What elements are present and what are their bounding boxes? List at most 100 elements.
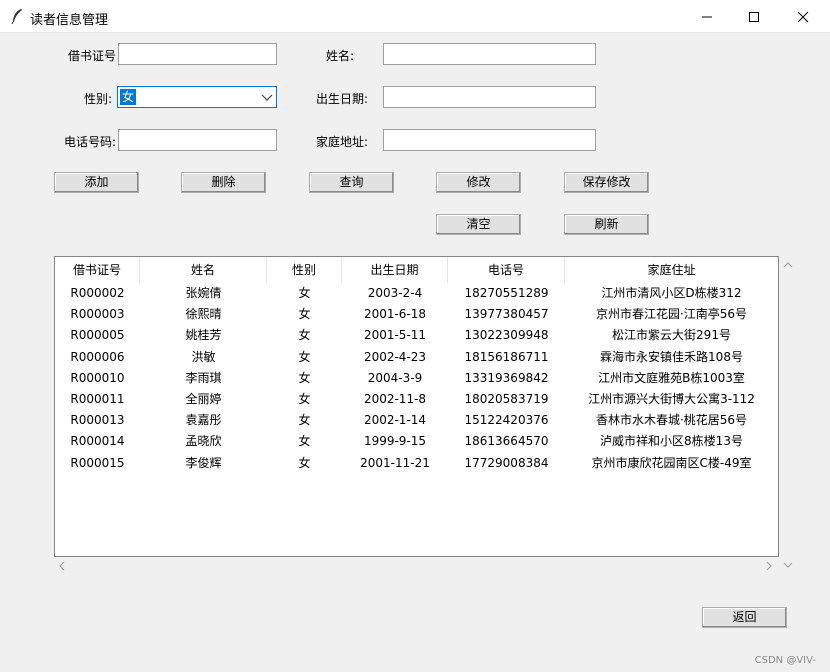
delete-button[interactable]: 删除 (181, 172, 266, 193)
cell-birth-date: 2002-4-23 (363, 349, 427, 364)
horizontal-scrollbar[interactable] (54, 558, 779, 574)
cell-birth-date: 2001-11-21 (360, 455, 430, 470)
cell-phone: 13022309948 (464, 328, 549, 343)
card-number-label: 借书证号 (67, 49, 116, 63)
modify-button[interactable]: 修改 (436, 172, 521, 193)
column-header-address[interactable]: 家庭住址 (565, 257, 778, 283)
scroll-right-icon[interactable] (765, 561, 773, 571)
name-input[interactable] (383, 43, 596, 65)
cell-address: 松江市紫云大街291号 (612, 328, 731, 343)
cell-phone: 17729008384 (464, 455, 549, 470)
cell-name: 李俊辉 (185, 455, 222, 470)
watermark: CSDN @VIV- (754, 655, 816, 666)
cell-gender: 女 (298, 413, 311, 428)
column-header-card-number[interactable]: 借书证号 (55, 257, 140, 283)
reader-table[interactable]: 借书证号 姓名 性别 出生日期 电话号 家庭住址 R000002 张婉倩女 2003… (54, 256, 779, 557)
column-header-name[interactable]: 姓名 (140, 257, 267, 283)
cell-name: 袁嘉彤 (185, 413, 222, 428)
phone-label: 电话号码: (63, 135, 116, 149)
cell-address: 霖海市永安镇佳禾路108号 (600, 349, 743, 364)
window-title: 读者信息管理 (30, 13, 109, 28)
birth-date-label: 出生日期: (315, 92, 368, 106)
add-button[interactable]: 添加 (54, 172, 139, 193)
cell-phone: 13319369842 (464, 370, 549, 385)
cell-phone: 13977380457 (464, 307, 549, 322)
scroll-left-icon[interactable] (58, 561, 66, 571)
clear-button[interactable]: 清空 (436, 214, 521, 235)
cell-card-number: R000015 (70, 455, 125, 470)
cell-birth-date: 1999-9-15 (363, 434, 427, 449)
cell-address: 江州市文庭雅苑B栋1003室 (598, 370, 745, 385)
cell-gender: 女 (298, 307, 311, 322)
cell-card-number: R000002 (70, 286, 125, 300)
name-label: 姓名: (325, 49, 354, 63)
cell-gender: 女 (298, 455, 311, 470)
cell-name: 姚桂芳 (185, 328, 222, 343)
cell-gender: 女 (298, 434, 311, 449)
cell-address: 江州市源兴大街博大公寓3-112 (588, 392, 755, 406)
cell-gender: 女 (298, 328, 311, 343)
cell-address: 香林市水木春城·桃花居56号 (595, 413, 748, 428)
feather-icon (11, 9, 22, 24)
maximize-icon (749, 11, 759, 22)
column-header-birth-date[interactable]: 出生日期 (342, 257, 448, 283)
birth-date-input[interactable] (383, 86, 596, 108)
phone-input[interactable] (118, 129, 277, 151)
cell-phone: 18270551289 (464, 286, 549, 300)
cell-name: 孟晓欣 (185, 434, 222, 449)
cell-phone: 15122420376 (464, 413, 549, 428)
close-icon (797, 11, 809, 22)
cell-name: 张婉倩 (185, 286, 222, 300)
vertical-scrollbar[interactable] (780, 256, 796, 576)
cell-card-number: R000014 (70, 434, 125, 449)
gender-combobox[interactable]: 女 (117, 86, 277, 108)
query-button[interactable]: 查询 (309, 172, 394, 193)
cell-address: 京州市康欣花园南区C楼-49室 (591, 455, 752, 470)
cell-name: 全丽婷 (185, 392, 222, 406)
cell-gender: 女 (298, 392, 311, 406)
column-header-gender[interactable]: 性别 (267, 257, 342, 283)
column-header-phone[interactable]: 电话号 (448, 257, 565, 283)
cell-phone: 18156186711 (464, 349, 549, 364)
back-button[interactable]: 返回 (702, 607, 787, 628)
cell-card-number: R000011 (70, 392, 125, 406)
table-row[interactable]: R000005 姚桂芳 女 2001-5-11 13022309948 松江市紫云大街29… (55, 325, 778, 346)
cell-birth-date: 2002-11-8 (363, 392, 427, 406)
cell-birth-date: 2002-1-14 (363, 413, 427, 428)
cell-birth-date: 2004-3-9 (367, 370, 423, 385)
cell-gender: 女 (298, 370, 311, 385)
address-input[interactable] (383, 129, 596, 151)
table-row[interactable]: R000003 徐熙晴 女 2001-6-18 13977380457 京州市春江花园·江… (55, 304, 778, 325)
chevron-down-icon (261, 94, 273, 101)
cell-birth-date: 2001-6-18 (363, 307, 427, 322)
table-header: 借书证号 姓名 性别 出生日期 电话号 家庭住址 (55, 257, 778, 283)
table-row[interactable]: R000013 袁嘉彤 女 2002-1-14 15122420376 香林市水木春城·桃… (55, 410, 778, 431)
save-changes-button[interactable]: 保存修改 (564, 172, 649, 193)
maximize-button[interactable] (731, 0, 777, 33)
gender-selected-value: 女 (120, 89, 137, 105)
table-row[interactable]: R000011 全丽婷 女 2002-11-8 18020583719 江州市源兴大街博大… (55, 389, 778, 410)
table-row[interactable]: R000014 孟晓欣 女 1999-9-15 18613664570 泸威市祥和小区8栋… (55, 431, 778, 452)
table-row[interactable]: R000015 李俊辉 女 2001-11-21 17729008384 京州市康欣花园南… (55, 453, 778, 474)
scroll-up-icon[interactable] (783, 261, 793, 269)
refresh-button[interactable]: 刷新 (564, 214, 649, 235)
cell-card-number: R000010 (70, 370, 125, 385)
close-button[interactable] (780, 0, 826, 33)
scroll-down-icon[interactable] (783, 561, 793, 569)
card-number-input[interactable] (118, 43, 277, 65)
cell-gender: 女 (298, 349, 311, 364)
gender-label: 性别: (83, 92, 112, 106)
cell-phone: 18613664570 (464, 434, 549, 449)
cell-card-number: R000006 (70, 349, 125, 364)
minimize-icon (702, 16, 712, 17)
minimize-button[interactable] (684, 0, 730, 33)
cell-card-number: R000013 (70, 413, 125, 428)
cell-name: 徐熙晴 (185, 307, 222, 322)
table-row[interactable]: R000006 洪敏 女 2002-4-23 18156186711 霖海市永安镇佳禾路1… (55, 347, 778, 368)
cell-gender: 女 (298, 286, 311, 300)
address-label: 家庭地址: (315, 135, 368, 149)
table-row[interactable]: R000010 李雨琪 女 2004-3-9 13319369842 江州市文庭雅苑B栋1… (55, 368, 778, 389)
cell-phone: 18020583719 (464, 392, 549, 406)
table-row[interactable]: R000002 张婉倩 女 2003-2-4 18270551289 江州市清风小区D栋楼… (55, 283, 778, 304)
cell-address: 京州市春江花园·江南亭56号 (595, 307, 748, 322)
